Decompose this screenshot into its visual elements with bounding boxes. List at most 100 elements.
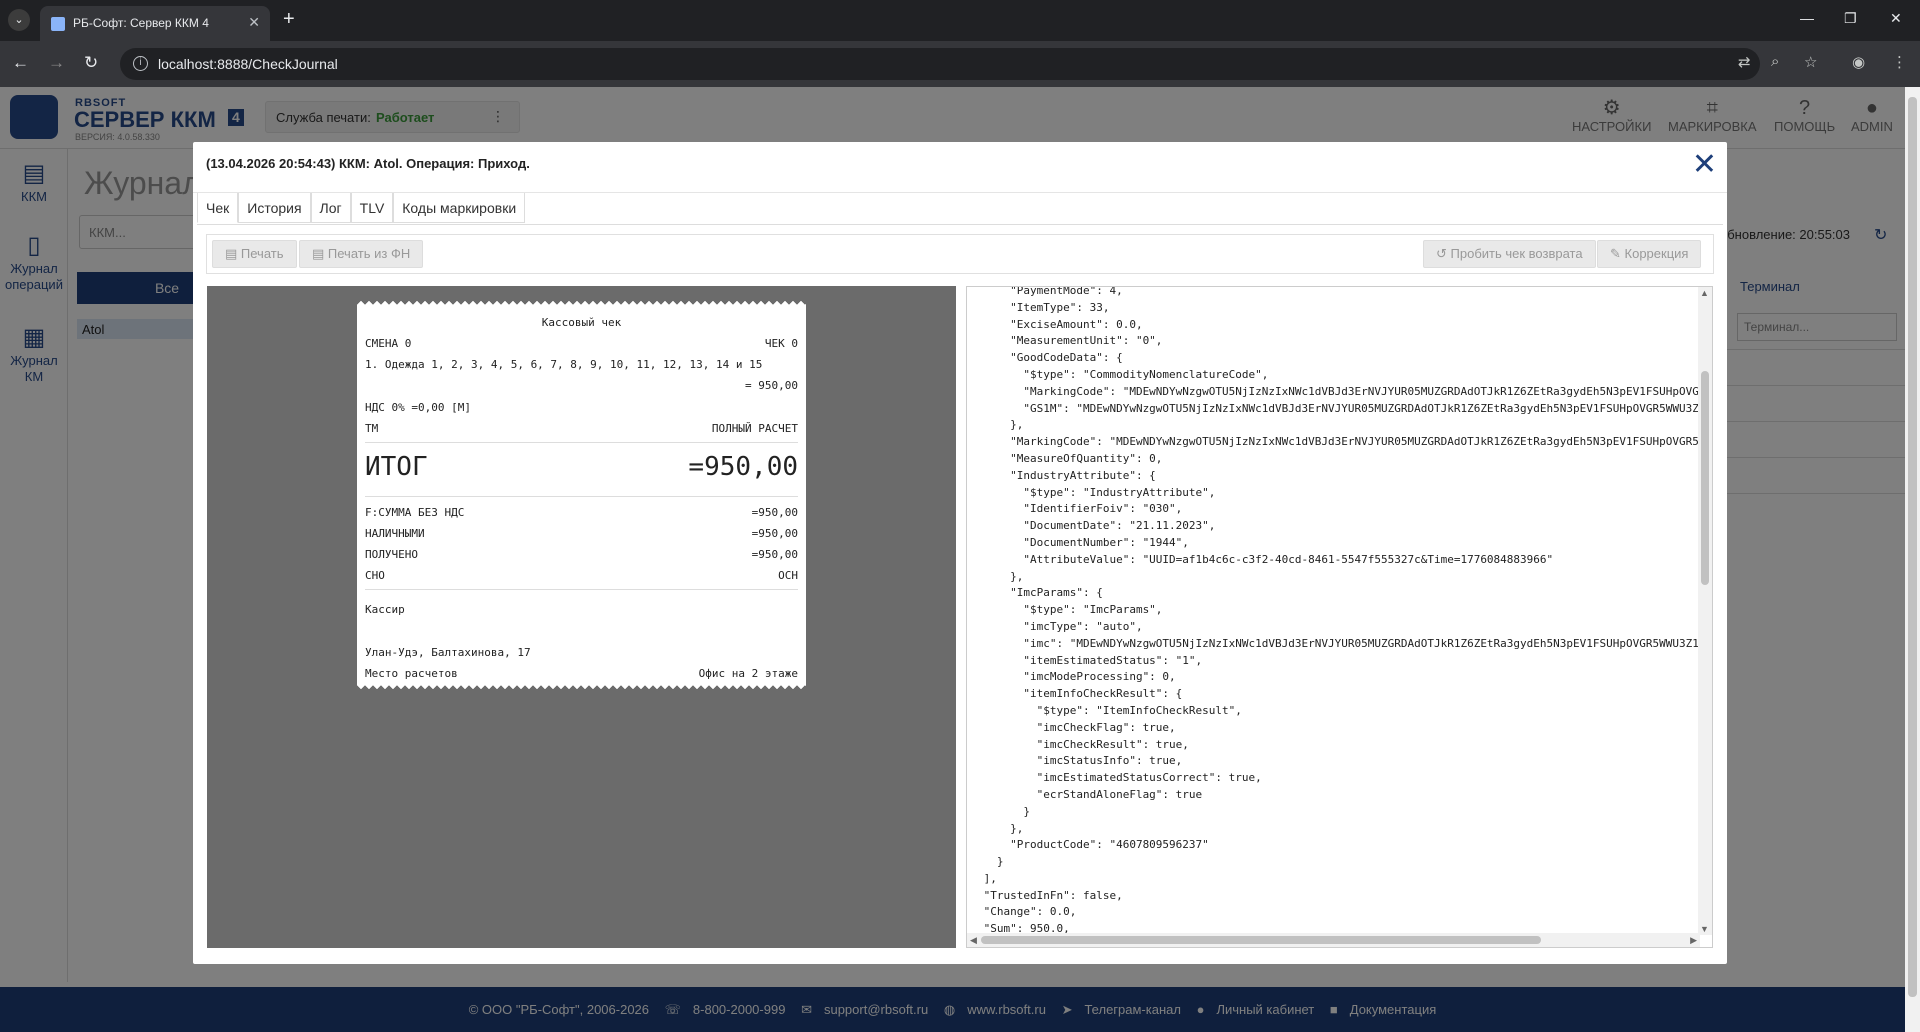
receipt-header: Кассовый чек <box>541 316 622 329</box>
json-vertical-scrollbar[interactable]: ▲ ▼ <box>1698 287 1712 935</box>
scroll-down-icon[interactable]: ▼ <box>1700 924 1709 934</box>
json-horizontal-scrollbar[interactable]: ◀ ▶ <box>967 933 1700 947</box>
print-fn-label: Печать из ФН <box>327 246 411 261</box>
print-label: Печать <box>240 246 284 261</box>
zoom-icon[interactable]: ⌕ <box>1771 53 1779 70</box>
json-line: "DocumentNumber": "1944", <box>977 535 1189 549</box>
refund-button[interactable]: ↺ Пробить чек возврата <box>1423 240 1596 268</box>
reload-icon[interactable]: ↻ <box>84 52 98 74</box>
site-info-icon[interactable]: i <box>133 56 148 71</box>
receipt-payment-type: ПОЛНЫЙ РАСЧЕТ <box>711 422 798 435</box>
json-line: "$type": "ImcParams", <box>977 603 1163 617</box>
json-line: "imc": "MDEwNDYwNzgwOTU5NjIzNzIxNWc1dVBJ… <box>977 636 1702 650</box>
scroll-up-icon[interactable]: ▲ <box>1700 288 1709 298</box>
json-line: "imcType": "auto", <box>977 619 1143 633</box>
receipt-total-row: ИТОГ =950,00 <box>365 452 798 482</box>
back-icon[interactable]: ← <box>12 52 29 74</box>
json-line: "ItemType": 33, <box>977 300 1110 314</box>
receipt: Кассовый чек СМЕНА 0 ЧЕК 0 1. Одежда 1, … <box>357 300 806 690</box>
close-icon[interactable]: ✕ <box>1692 148 1717 182</box>
json-line: } <box>977 804 1030 818</box>
receipt-tm-row: ТМ ПОЛНЫЙ РАСЧЕТ <box>365 422 798 435</box>
modal-title: (13.04.2026 20:54:43) ККМ: Atol. Операци… <box>206 156 530 171</box>
receipt-divider <box>365 442 798 443</box>
tab-history[interactable]: История <box>238 193 311 223</box>
json-line: "ExciseAmount": 0.0, <box>977 317 1143 331</box>
json-line: "itemEstimatedStatus": "1", <box>977 653 1203 667</box>
json-line: "IdentifierFoiv": "030", <box>977 502 1183 516</box>
receipt-row-value: =950,00 <box>751 527 798 540</box>
json-view-pane[interactable]: "PaymentMode": 4, "ItemType": 33, "Excis… <box>966 286 1713 948</box>
modal-tabs: Чек История Лог TLV Коды маркировки <box>197 193 1723 225</box>
json-line: ], <box>977 871 997 885</box>
browser-toolbar: ← → ↻ i localhost:8888/CheckJournal ⇄ ⌕ … <box>0 41 1920 87</box>
address-bar[interactable]: i localhost:8888/CheckJournal <box>120 48 1760 80</box>
correction-button[interactable]: ✎ Коррекция <box>1597 240 1702 268</box>
json-line: "MeasurementUnit": "0", <box>977 334 1163 348</box>
json-line: "ProductCode": "4607809596237" <box>977 838 1209 852</box>
json-line: "imcStatusInfo": true, <box>977 754 1183 768</box>
receipt-row-label: НАЛИЧНЫМИ <box>365 527 425 540</box>
page-scrollbar[interactable] <box>1905 87 1920 1032</box>
close-window-icon[interactable]: ✕ <box>1890 10 1902 27</box>
tab-tlv[interactable]: TLV <box>350 193 394 223</box>
receipt-divider <box>365 496 798 497</box>
browser-tab-active[interactable]: РБ-Софт: Сервер ККМ 4 ✕ <box>40 6 270 41</box>
json-line: "$type": "ItemInfoCheckResult", <box>977 703 1242 717</box>
json-line: }, <box>977 418 1024 432</box>
receipt-total-value: =950,00 <box>688 452 798 482</box>
receipt-total-label: ИТОГ <box>365 452 428 482</box>
receipt-shift-row: СМЕНА 0 ЧЕК 0 <box>365 337 798 350</box>
json-line: "Change": 0.0, <box>977 905 1077 919</box>
json-line: }, <box>977 821 1024 835</box>
print-from-fn-button[interactable]: ▤ Печать из ФН <box>299 240 424 268</box>
tab-log[interactable]: Лог <box>310 193 351 223</box>
translate-icon[interactable]: ⇄ <box>1738 53 1751 71</box>
json-line: "imcCheckFlag": true, <box>977 720 1176 734</box>
json-line: "PaymentMode": 4, <box>977 286 1123 297</box>
json-line: "ecrStandAloneFlag": true <box>977 787 1203 801</box>
print-icon: ▤ <box>225 246 241 261</box>
profile-icon[interactable]: ◉ <box>1852 53 1865 71</box>
pencil-icon: ✎ <box>1610 246 1625 261</box>
tab-search-icon[interactable]: ⌄ <box>8 9 30 31</box>
receipt-preview-pane: Кассовый чек СМЕНА 0 ЧЕК 0 1. Одежда 1, … <box>207 286 956 948</box>
json-line: "TrustedInFn": false, <box>977 888 1123 902</box>
receipt-row-label: СНО <box>365 569 385 582</box>
json-vertical-scroll-thumb[interactable] <box>1701 371 1709 585</box>
receipt-place-row: Место расчетов Офис на 2 этаже <box>365 667 798 680</box>
receipt-row: ПОЛУЧЕНО =950,00 <box>365 548 798 561</box>
json-line: "GS1M": "MDEwNDYwNzgwOTU5NjIzNzIxNWc1dVB… <box>977 401 1702 415</box>
tab-close-icon[interactable]: ✕ <box>248 14 260 31</box>
browser-menu-icon[interactable]: ⋮ <box>1892 53 1907 71</box>
forward-icon[interactable]: → <box>48 52 65 74</box>
page-scrollbar-thumb[interactable] <box>1908 97 1917 997</box>
receipt-item-sum: = 950,00 <box>745 379 798 392</box>
json-line: "imcCheckResult": true, <box>977 737 1189 751</box>
receipt-row-value: =950,00 <box>751 506 798 519</box>
json-line: "MarkingCode": "MDEwNDYwNzgwOTU5NjIzNzIx… <box>977 435 1702 449</box>
scroll-right-icon[interactable]: ▶ <box>1690 933 1697 947</box>
json-line: "GoodCodeData": { <box>977 351 1123 365</box>
favicon-icon <box>51 17 65 31</box>
json-code: "PaymentMode": 4, "ItemType": 33, "Excis… <box>977 286 1702 938</box>
json-line: "DocumentDate": "21.11.2023", <box>977 519 1216 533</box>
receipt-cashier: Кассир <box>365 603 405 616</box>
json-horizontal-scroll-thumb[interactable] <box>981 936 1541 944</box>
scroll-left-icon[interactable]: ◀ <box>970 933 977 947</box>
tab-marking-codes[interactable]: Коды маркировки <box>393 193 526 223</box>
bookmark-star-icon[interactable]: ☆ <box>1804 53 1817 71</box>
receipt-address: Улан-Удэ, Балтахинова, 17 <box>365 646 531 659</box>
json-line: "itemInfoCheckResult": { <box>977 687 1183 701</box>
json-line: "MeasureOfQuantity": 0, <box>977 451 1163 465</box>
restore-icon[interactable]: ❐ <box>1844 10 1857 27</box>
new-tab-icon[interactable]: + <box>283 8 295 30</box>
undo-icon: ↺ <box>1436 246 1451 261</box>
json-line: } <box>977 855 1004 869</box>
tab-check[interactable]: Чек <box>197 193 239 223</box>
receipt-row-value: ОСН <box>778 569 798 582</box>
browser-tabstrip: ⌄ РБ-Софт: Сервер ККМ 4 ✕ + — ❐ ✕ <box>0 0 1920 41</box>
receipt-place-label: Место расчетов <box>365 667 458 680</box>
print-button[interactable]: ▤ Печать <box>212 240 297 268</box>
minimize-icon[interactable]: — <box>1800 10 1814 26</box>
